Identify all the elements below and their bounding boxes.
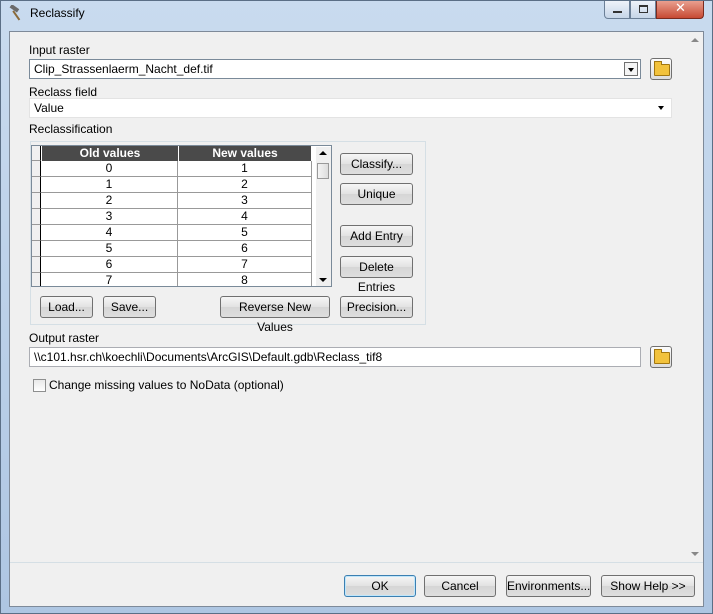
table-scrollbar[interactable] bbox=[316, 147, 331, 286]
scroll-up-icon[interactable] bbox=[319, 151, 327, 155]
input-raster-combo[interactable]: Clip_Strassenlaerm_Nacht_def.tif bbox=[29, 59, 641, 79]
maximize-button[interactable] bbox=[630, 1, 656, 19]
row-selector[interactable] bbox=[32, 177, 41, 193]
nodata-label[interactable]: Change missing values to NoData (optiona… bbox=[49, 378, 284, 392]
maximize-icon bbox=[639, 5, 648, 13]
reclassification-table[interactable]: Old values New values 0 1 1 2 2 3 3 4 4 … bbox=[31, 145, 332, 287]
new-value-cell[interactable]: 7 bbox=[178, 257, 312, 273]
old-value-cell[interactable]: 5 bbox=[41, 241, 178, 257]
output-raster-field[interactable]: \\c101.hsr.ch\koechli\Documents\ArcGIS\D… bbox=[29, 347, 641, 367]
classify-button[interactable]: Classify... bbox=[340, 153, 413, 175]
new-value-cell[interactable]: 3 bbox=[178, 193, 312, 209]
dialog-body: Input raster Clip_Strassenlaerm_Nacht_de… bbox=[9, 31, 704, 607]
dialog-scrollbar[interactable] bbox=[689, 33, 702, 561]
new-value-cell[interactable]: 8 bbox=[178, 273, 312, 286]
show-help-button[interactable]: Show Help >> bbox=[601, 575, 695, 597]
reclass-field-value: Value bbox=[34, 101, 64, 115]
new-value-cell[interactable]: 5 bbox=[178, 225, 312, 241]
input-raster-label: Input raster bbox=[29, 43, 90, 57]
reclass-field-combo[interactable]: Value bbox=[29, 98, 672, 118]
hammer-icon bbox=[9, 5, 21, 21]
reverse-new-values-button[interactable]: Reverse New Values bbox=[220, 296, 330, 334]
new-value-cell[interactable]: 4 bbox=[178, 209, 312, 225]
chevron-down-icon[interactable] bbox=[624, 62, 638, 76]
row-selector[interactable] bbox=[32, 257, 41, 273]
output-raster-label: Output raster bbox=[29, 331, 100, 345]
old-value-cell[interactable]: 3 bbox=[41, 209, 178, 225]
old-value-cell[interactable]: 0 bbox=[41, 161, 178, 177]
scroll-thumb[interactable] bbox=[317, 163, 329, 179]
cancel-button[interactable]: Cancel bbox=[424, 575, 496, 597]
input-raster-browse-button[interactable] bbox=[650, 58, 672, 80]
add-entry-button[interactable]: Add Entry bbox=[340, 225, 413, 247]
column-header-old-values[interactable]: Old values bbox=[41, 146, 178, 161]
ok-button[interactable]: OK bbox=[344, 575, 416, 597]
reclass-field-label: Reclass field bbox=[29, 85, 98, 99]
open-folder-icon bbox=[654, 349, 670, 364]
old-value-cell[interactable]: 6 bbox=[41, 257, 178, 273]
row-selector[interactable] bbox=[32, 209, 41, 225]
save-button[interactable]: Save... bbox=[103, 296, 156, 318]
load-button[interactable]: Load... bbox=[40, 296, 93, 318]
new-value-cell[interactable]: 1 bbox=[178, 161, 312, 177]
scroll-down-icon[interactable] bbox=[691, 552, 699, 556]
output-raster-value: \\c101.hsr.ch\koechli\Documents\ArcGIS\D… bbox=[34, 350, 383, 364]
precision-button[interactable]: Precision... bbox=[340, 296, 413, 318]
minimize-icon bbox=[613, 11, 622, 13]
reclassify-dialog: Reclassify ✕ Input raster Clip_Strassenl… bbox=[0, 0, 713, 614]
row-selector[interactable] bbox=[32, 193, 41, 209]
new-value-cell[interactable]: 6 bbox=[178, 241, 312, 257]
close-icon: ✕ bbox=[675, 1, 686, 16]
unique-button[interactable]: Unique bbox=[340, 183, 413, 205]
scroll-up-icon[interactable] bbox=[691, 38, 699, 42]
input-raster-value: Clip_Strassenlaerm_Nacht_def.tif bbox=[34, 62, 213, 76]
chevron-down-icon[interactable] bbox=[655, 101, 669, 115]
row-selector[interactable] bbox=[32, 161, 41, 177]
delete-entries-button[interactable]: Delete Entries bbox=[340, 256, 413, 294]
row-selector[interactable] bbox=[32, 273, 41, 286]
reclassification-label: Reclassification bbox=[29, 122, 113, 136]
footer-separator bbox=[10, 562, 703, 563]
column-header-new-values[interactable]: New values bbox=[178, 146, 311, 161]
open-folder-icon bbox=[654, 61, 670, 76]
nodata-checkbox[interactable] bbox=[33, 379, 46, 392]
close-button[interactable]: ✕ bbox=[656, 1, 704, 19]
old-value-cell[interactable]: 2 bbox=[41, 193, 178, 209]
title-bar[interactable]: Reclassify ✕ bbox=[1, 1, 712, 25]
environments-button[interactable]: Environments... bbox=[506, 575, 591, 597]
scroll-down-icon[interactable] bbox=[319, 278, 327, 282]
old-value-cell[interactable]: 1 bbox=[41, 177, 178, 193]
output-raster-browse-button[interactable] bbox=[650, 346, 672, 368]
row-header-corner bbox=[32, 146, 41, 161]
row-selector[interactable] bbox=[32, 241, 41, 257]
window-title: Reclassify bbox=[30, 6, 85, 20]
minimize-button[interactable] bbox=[604, 1, 630, 19]
row-selector[interactable] bbox=[32, 225, 41, 241]
old-value-cell[interactable]: 7 bbox=[41, 273, 178, 286]
new-value-cell[interactable]: 2 bbox=[178, 177, 312, 193]
old-value-cell[interactable]: 4 bbox=[41, 225, 178, 241]
